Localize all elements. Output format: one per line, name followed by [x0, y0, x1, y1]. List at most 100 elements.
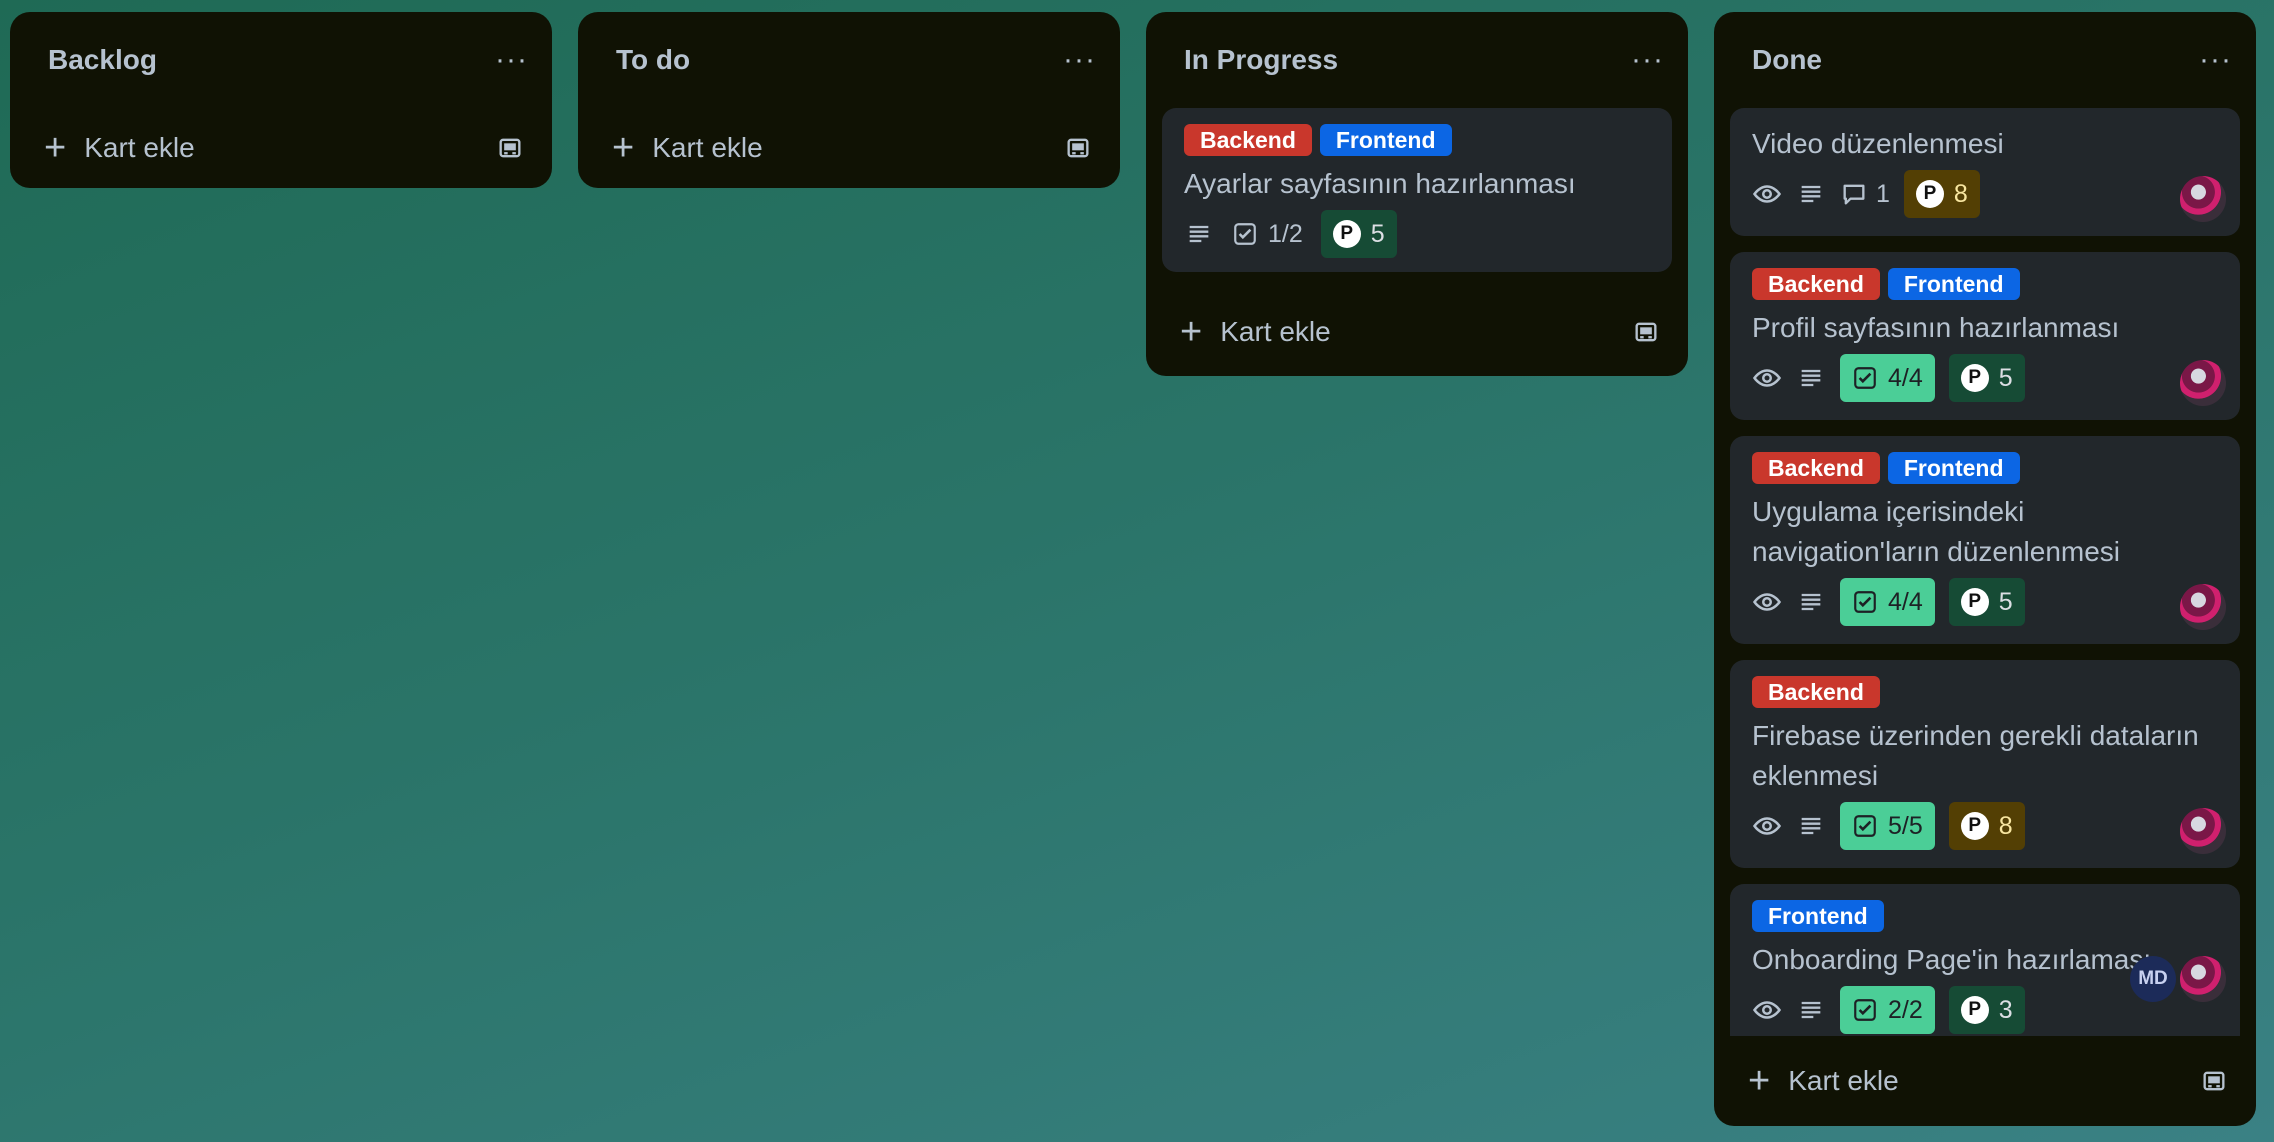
points-icon: P — [1960, 364, 1989, 392]
label-backend: Backend — [1752, 676, 1880, 708]
card-title: Firebase üzerinden gerekli dataların ekl… — [1752, 720, 2199, 791]
template-icon[interactable] — [1632, 318, 1660, 346]
avatar[interactable] — [2180, 584, 2226, 630]
template-icon[interactable] — [496, 134, 524, 162]
comment-count: 1 — [1876, 179, 1890, 208]
add-card-label: Kart ekle — [1788, 1065, 1899, 1096]
member-avatar[interactable]: MD — [2130, 956, 2176, 1002]
template-icon[interactable] — [1064, 134, 1092, 162]
description-icon — [1184, 219, 1214, 249]
points-icon: P — [1960, 588, 1989, 616]
checklist-count: 2/2 — [1888, 995, 1923, 1024]
add-card-row: + Kart ekle — [1714, 1036, 2256, 1126]
points-icon: P — [1915, 180, 1944, 208]
points-value: 5 — [1998, 587, 2013, 616]
card-title: Video düzenlenmesi — [1752, 128, 2004, 159]
list-title[interactable]: Done — [1752, 44, 1822, 76]
add-card-row: + Kart ekle — [578, 108, 1120, 188]
points-badge: P 8 — [1903, 170, 1980, 218]
plus-icon: + — [1180, 311, 1203, 353]
eye-icon — [1752, 995, 1782, 1025]
description-icon — [1796, 995, 1826, 1025]
list-in-progress: In Progress ··· Backend Frontend Ayarlar… — [1146, 12, 1688, 376]
label-frontend: Frontend — [1752, 900, 1884, 932]
list-backlog: Backlog ··· + Kart ekle — [10, 12, 552, 188]
points-icon: P — [1960, 996, 1989, 1024]
eye-icon — [1752, 587, 1782, 617]
list-header: In Progress ··· — [1146, 12, 1688, 108]
description-icon — [1796, 179, 1826, 209]
checklist-icon — [1854, 591, 1876, 613]
comment-icon — [1843, 184, 1865, 205]
list-header: Backlog ··· — [10, 12, 552, 108]
list-done: Done ··· Video düzenlenmesi 1 P 8 Backen… — [1714, 12, 2256, 1126]
checklist-icon — [1854, 367, 1876, 389]
list-title[interactable]: To do — [616, 44, 690, 76]
list-todo: To do ··· + Kart ekle — [578, 12, 1120, 188]
label-frontend: Frontend — [1319, 124, 1452, 156]
avatar[interactable] — [2180, 176, 2226, 222]
plus-icon: + — [44, 127, 67, 169]
checklist-badge: 1/2 — [1228, 210, 1307, 258]
points-badge: P 5 — [1948, 354, 2025, 402]
points-badge: P 8 — [1948, 802, 2025, 850]
card-title: Ayarlar sayfasının hazırlanması — [1184, 168, 1576, 199]
avatar[interactable] — [2180, 956, 2226, 1002]
avatar[interactable] — [2180, 808, 2226, 854]
checklist-badge: 2/2 — [1840, 986, 1935, 1034]
list-header: Done ··· — [1714, 12, 2256, 108]
template-icon[interactable] — [2200, 1067, 2228, 1095]
add-card-button[interactable]: + Kart ekle — [612, 129, 763, 167]
list-menu-button[interactable]: ··· — [1631, 45, 1664, 75]
checklist-count: 4/4 — [1888, 363, 1923, 392]
add-card-row: + Kart ekle — [10, 108, 552, 188]
add-card-button[interactable]: + Kart ekle — [1180, 313, 1331, 351]
points-badge: P 5 — [1320, 210, 1397, 258]
label-frontend: Frontend — [1887, 268, 2020, 300]
list-menu-button[interactable]: ··· — [495, 45, 528, 75]
add-card-label: Kart ekle — [1220, 316, 1331, 347]
description-icon — [1796, 587, 1826, 617]
list-menu-button[interactable]: ··· — [1063, 45, 1096, 75]
add-card-button[interactable]: + Kart ekle — [1748, 1062, 1899, 1100]
checklist-icon — [1234, 223, 1256, 245]
card[interactable]: Backend Frontend Profil sayfasının hazır… — [1730, 252, 2240, 420]
add-card-button[interactable]: + Kart ekle — [44, 129, 195, 167]
points-value: 3 — [1998, 995, 2013, 1024]
list-title[interactable]: Backlog — [48, 44, 157, 76]
board: Backlog ··· + Kart ekle To do ··· + Kart… — [0, 0, 2274, 1142]
card-title: Uygulama içerisindeki navigation'ların d… — [1752, 496, 2121, 567]
card[interactable]: Backend Firebase üzerinden gerekli datal… — [1730, 660, 2240, 868]
card[interactable]: Backend Frontend Uygulama içerisindeki n… — [1730, 436, 2240, 644]
card-title: Profil sayfasının hazırlanması — [1752, 312, 2120, 343]
points-badge: P 3 — [1948, 986, 2025, 1034]
avatar[interactable] — [2180, 360, 2226, 406]
add-card-label: Kart ekle — [84, 132, 195, 163]
checklist-count: 5/5 — [1888, 811, 1923, 840]
points-value: 8 — [1998, 811, 2013, 840]
card[interactable]: Frontend Onboarding Page'in hazırlaması … — [1730, 884, 2240, 1036]
points-value: 8 — [1953, 179, 1968, 208]
card[interactable]: Video düzenlenmesi 1 P 8 — [1730, 108, 2240, 236]
list-menu-button[interactable]: ··· — [2199, 45, 2232, 75]
checklist-icon — [1854, 999, 1876, 1021]
points-value: 5 — [1998, 363, 2013, 392]
checklist-badge: 4/4 — [1840, 354, 1935, 402]
description-icon — [1796, 363, 1826, 393]
add-card-row: + Kart ekle — [1146, 288, 1688, 376]
done-card-list[interactable]: Video düzenlenmesi 1 P 8 Backend Fronten… — [1714, 108, 2256, 1036]
checklist-icon — [1854, 815, 1876, 837]
points-value: 5 — [1370, 219, 1385, 248]
eye-icon — [1752, 811, 1782, 841]
checklist-count: 4/4 — [1888, 587, 1923, 616]
points-icon: P — [1332, 220, 1361, 248]
eye-icon — [1752, 179, 1782, 209]
list-header: To do ··· — [578, 12, 1120, 108]
description-icon — [1796, 811, 1826, 841]
checklist-badge: 5/5 — [1840, 802, 1935, 850]
eye-icon — [1752, 363, 1782, 393]
list-title[interactable]: In Progress — [1184, 44, 1338, 76]
card[interactable]: Backend Frontend Ayarlar sayfasının hazı… — [1162, 108, 1672, 272]
checklist-badge: 4/4 — [1840, 578, 1935, 626]
checklist-count: 1/2 — [1268, 219, 1303, 248]
